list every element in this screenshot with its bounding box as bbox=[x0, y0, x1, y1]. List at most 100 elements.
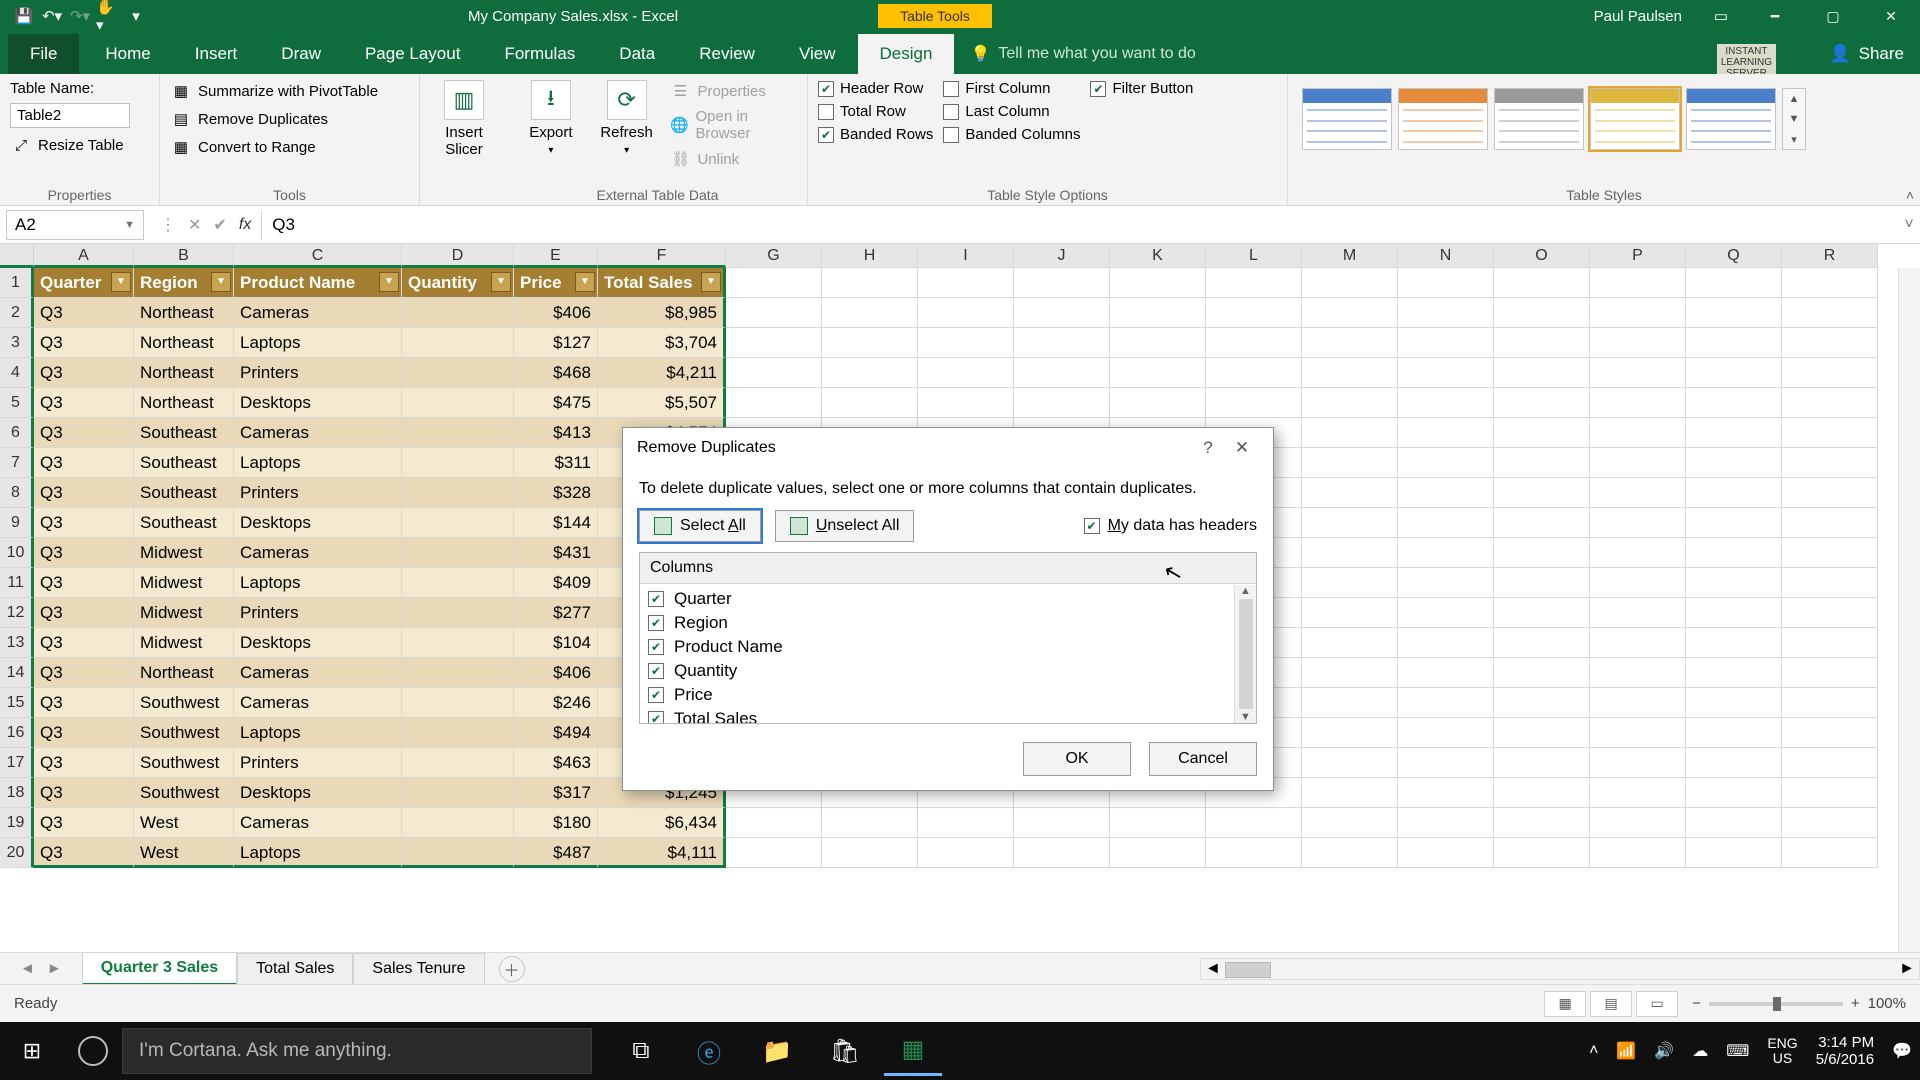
cell[interactable] bbox=[402, 688, 514, 718]
cell[interactable] bbox=[1590, 508, 1686, 538]
cell[interactable] bbox=[822, 328, 918, 358]
cell[interactable] bbox=[1302, 268, 1398, 298]
cell[interactable] bbox=[1014, 268, 1110, 298]
sheet-tab-total[interactable]: Total Sales bbox=[237, 953, 353, 984]
input-language[interactable]: ENGUS bbox=[1767, 1036, 1797, 1066]
dialog-close-button[interactable]: ✕ bbox=[1225, 438, 1259, 458]
column-header[interactable]: J bbox=[1014, 244, 1110, 268]
cell[interactable]: Total Sales▼ bbox=[598, 268, 726, 298]
cancel-formula-icon[interactable]: ✕ bbox=[188, 215, 201, 235]
cell[interactable]: Q3 bbox=[34, 508, 134, 538]
cell[interactable] bbox=[1686, 538, 1782, 568]
cell[interactable] bbox=[1494, 808, 1590, 838]
unselect-all-button[interactable]: Unselect All bbox=[775, 510, 915, 542]
touch-mode-icon[interactable]: ✋▾ bbox=[96, 4, 120, 28]
expand-formula-bar-icon[interactable]: ˅ bbox=[1898, 216, 1920, 234]
tab-file[interactable]: File bbox=[8, 34, 79, 74]
sheet-tab-tenure[interactable]: Sales Tenure bbox=[353, 953, 484, 984]
cell[interactable] bbox=[1494, 418, 1590, 448]
cancel-button[interactable]: Cancel bbox=[1149, 742, 1257, 776]
cell[interactable] bbox=[1782, 268, 1878, 298]
cell[interactable] bbox=[402, 598, 514, 628]
cell[interactable] bbox=[726, 808, 822, 838]
cell[interactable] bbox=[1302, 358, 1398, 388]
tray-overflow-icon[interactable]: ˄ bbox=[1589, 1042, 1598, 1060]
scroll-right-icon[interactable]: ► bbox=[1899, 960, 1915, 978]
cell[interactable] bbox=[1302, 748, 1398, 778]
cell[interactable]: Northeast bbox=[134, 388, 234, 418]
cell[interactable]: Cameras bbox=[234, 688, 402, 718]
cell[interactable] bbox=[1782, 838, 1878, 868]
cell[interactable]: Q3 bbox=[34, 718, 134, 748]
cell[interactable] bbox=[1590, 328, 1686, 358]
row-header[interactable]: 18 bbox=[0, 778, 34, 808]
cell[interactable] bbox=[1302, 658, 1398, 688]
close-button[interactable]: ✕ bbox=[1862, 0, 1920, 32]
cell[interactable] bbox=[1686, 718, 1782, 748]
cell[interactable]: $431 bbox=[514, 538, 598, 568]
cell[interactable] bbox=[1494, 298, 1590, 328]
cell[interactable]: Desktops bbox=[234, 508, 402, 538]
row-header[interactable]: 1 bbox=[0, 268, 34, 298]
cell[interactable] bbox=[1686, 598, 1782, 628]
total-row-checkbox[interactable]: Total Row bbox=[818, 103, 933, 120]
save-icon[interactable]: 💾 bbox=[12, 4, 36, 28]
remove-duplicates-button[interactable]: ▤Remove Duplicates bbox=[170, 108, 378, 130]
cell[interactable] bbox=[1782, 508, 1878, 538]
cell[interactable] bbox=[1302, 328, 1398, 358]
cell[interactable] bbox=[1302, 508, 1398, 538]
cell[interactable]: Q3 bbox=[34, 658, 134, 688]
cell[interactable] bbox=[1494, 838, 1590, 868]
cell[interactable] bbox=[1398, 538, 1494, 568]
cell[interactable] bbox=[1110, 268, 1206, 298]
last-column-checkbox[interactable]: Last Column bbox=[943, 103, 1080, 120]
cell[interactable]: Desktops bbox=[234, 388, 402, 418]
cell[interactable] bbox=[1110, 838, 1206, 868]
cell[interactable]: Laptops bbox=[234, 718, 402, 748]
cell[interactable] bbox=[1494, 658, 1590, 688]
cell[interactable] bbox=[402, 628, 514, 658]
share-button[interactable]: 👤 Share bbox=[1813, 34, 1920, 74]
cell[interactable] bbox=[1398, 688, 1494, 718]
cell[interactable] bbox=[918, 268, 1014, 298]
cell[interactable] bbox=[402, 448, 514, 478]
cell[interactable] bbox=[1014, 328, 1110, 358]
cell[interactable] bbox=[1014, 358, 1110, 388]
cell[interactable]: Cameras bbox=[234, 658, 402, 688]
cell[interactable] bbox=[1302, 778, 1398, 808]
cell[interactable]: $5,507 bbox=[598, 388, 726, 418]
cell[interactable]: Northeast bbox=[134, 298, 234, 328]
cell[interactable] bbox=[1302, 388, 1398, 418]
cell[interactable] bbox=[1014, 298, 1110, 328]
table-name-input[interactable] bbox=[10, 103, 130, 128]
signed-in-user[interactable]: Paul Paulsen bbox=[1580, 8, 1696, 25]
ok-button[interactable]: OK bbox=[1023, 742, 1131, 776]
cell[interactable] bbox=[1590, 268, 1686, 298]
cell[interactable]: $463 bbox=[514, 748, 598, 778]
column-header[interactable]: E bbox=[514, 244, 598, 268]
cell[interactable] bbox=[918, 328, 1014, 358]
cell[interactable] bbox=[1686, 448, 1782, 478]
cell[interactable] bbox=[1782, 448, 1878, 478]
tell-me-search[interactable]: 💡 Tell me what you want to do bbox=[954, 34, 1211, 74]
cell[interactable] bbox=[402, 838, 514, 868]
cell[interactable]: Laptops bbox=[234, 838, 402, 868]
table-style-thumbnail[interactable] bbox=[1302, 88, 1392, 150]
cell[interactable] bbox=[1686, 268, 1782, 298]
cell[interactable] bbox=[1302, 628, 1398, 658]
fx-icon[interactable]: fx bbox=[239, 216, 251, 234]
cell[interactable]: Cameras bbox=[234, 298, 402, 328]
action-center-icon[interactable]: 💬 bbox=[1892, 1041, 1912, 1061]
row-header[interactable]: 16 bbox=[0, 718, 34, 748]
cell[interactable]: $127 bbox=[514, 328, 598, 358]
cell[interactable] bbox=[1398, 568, 1494, 598]
column-checkbox-item[interactable]: Quarter bbox=[648, 587, 1226, 611]
cell[interactable]: $277 bbox=[514, 598, 598, 628]
column-header[interactable]: A bbox=[34, 244, 134, 268]
cell[interactable] bbox=[1782, 388, 1878, 418]
cell[interactable] bbox=[822, 298, 918, 328]
column-header[interactable]: C bbox=[234, 244, 402, 268]
cell[interactable] bbox=[1782, 328, 1878, 358]
tab-review[interactable]: Review bbox=[677, 34, 777, 74]
cell[interactable]: Quarter▼ bbox=[34, 268, 134, 298]
